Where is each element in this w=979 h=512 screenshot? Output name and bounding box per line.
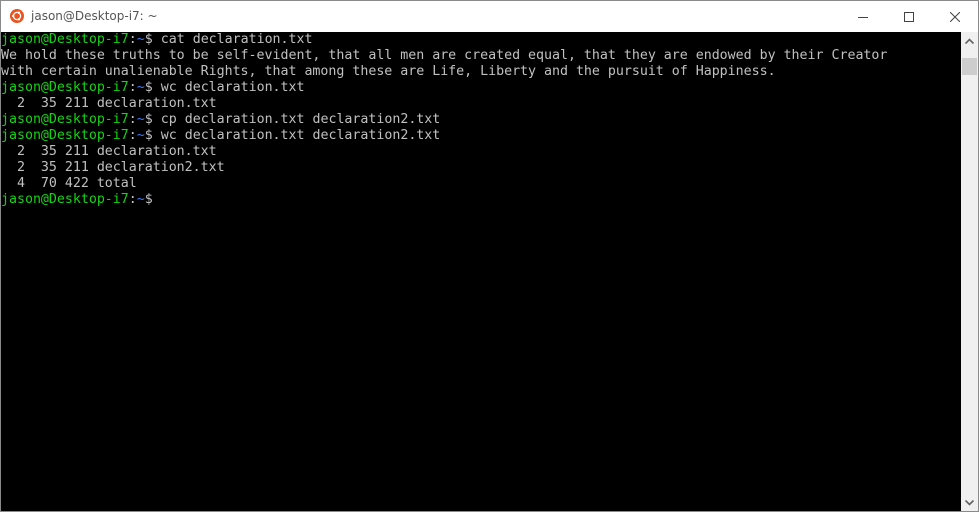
prompt-user-host: jason@Desktop-i7 bbox=[1, 112, 129, 127]
output-line: 2 35 211 declaration.txt bbox=[1, 144, 217, 159]
prompt-symbol: $ bbox=[144, 192, 161, 207]
prompt-user-host: jason@Desktop-i7 bbox=[1, 32, 129, 47]
prompt-line: jason@Desktop-i7:~$ cp declaration.txt d… bbox=[1, 112, 961, 128]
terminal-output[interactable]: jason@Desktop-i7:~$ cat declaration.txt W… bbox=[1, 32, 961, 511]
scroll-down-button[interactable] bbox=[961, 494, 978, 511]
output-line: 2 35 211 declaration.txt bbox=[1, 96, 217, 111]
prompt-path: ~ bbox=[136, 112, 145, 127]
vertical-scrollbar[interactable] bbox=[961, 32, 978, 511]
prompt-user-host: jason@Desktop-i7 bbox=[1, 128, 129, 143]
prompt-line: jason@Desktop-i7:~$ wc declaration.txt bbox=[1, 80, 961, 96]
command-text: cp declaration.txt declaration2.txt bbox=[160, 112, 441, 127]
output-line: with certain unalienable Rights, that am… bbox=[1, 64, 776, 79]
prompt-line: jason@Desktop-i7:~$ wc declaration.txt d… bbox=[1, 128, 961, 144]
prompt-symbol: $ bbox=[144, 32, 161, 47]
ubuntu-icon[interactable] bbox=[10, 9, 24, 23]
scrollbar-thumb[interactable] bbox=[962, 58, 977, 75]
prompt-path: ~ bbox=[136, 80, 145, 95]
chevron-up-icon bbox=[965, 37, 974, 44]
terminal-window: jason@Desktop-i7: ~ jason@Desktop-i7:~$ … bbox=[0, 0, 979, 512]
prompt-colon: : bbox=[128, 112, 137, 127]
output-line: We hold these truths to be self-evident,… bbox=[1, 48, 888, 63]
close-button[interactable] bbox=[932, 1, 978, 32]
output-line: 2 35 211 declaration2.txt bbox=[1, 160, 225, 175]
scroll-up-button[interactable] bbox=[961, 32, 978, 49]
prompt-user-host: jason@Desktop-i7 bbox=[1, 80, 129, 95]
chevron-down-icon bbox=[965, 499, 974, 506]
prompt-colon: : bbox=[128, 32, 137, 47]
title-bar[interactable]: jason@Desktop-i7: ~ bbox=[1, 1, 978, 32]
prompt-line: jason@Desktop-i7:~$ bbox=[1, 192, 961, 208]
command-text: wc declaration.txt declaration2.txt bbox=[160, 128, 441, 143]
prompt-colon: : bbox=[128, 80, 137, 95]
minimize-icon bbox=[858, 16, 868, 18]
prompt-symbol: $ bbox=[144, 80, 161, 95]
prompt-path: ~ bbox=[136, 192, 145, 207]
minimize-button[interactable] bbox=[840, 1, 886, 32]
prompt-path: ~ bbox=[136, 128, 145, 143]
command-text: cat declaration.txt bbox=[160, 32, 313, 47]
output-line: 4 70 422 total bbox=[1, 176, 137, 191]
close-icon bbox=[950, 11, 960, 22]
prompt-path: ~ bbox=[136, 32, 145, 47]
window-title: jason@Desktop-i7: ~ bbox=[31, 9, 158, 23]
prompt-symbol: $ bbox=[144, 112, 161, 127]
prompt-user-host: jason@Desktop-i7 bbox=[1, 192, 129, 207]
command-text: wc declaration.txt bbox=[160, 80, 305, 95]
prompt-symbol: $ bbox=[144, 128, 161, 143]
prompt-colon: : bbox=[128, 128, 137, 143]
maximize-button[interactable] bbox=[886, 1, 932, 32]
maximize-icon bbox=[904, 11, 914, 22]
prompt-colon: : bbox=[128, 192, 137, 207]
prompt-line: jason@Desktop-i7:~$ cat declaration.txt bbox=[1, 32, 961, 48]
